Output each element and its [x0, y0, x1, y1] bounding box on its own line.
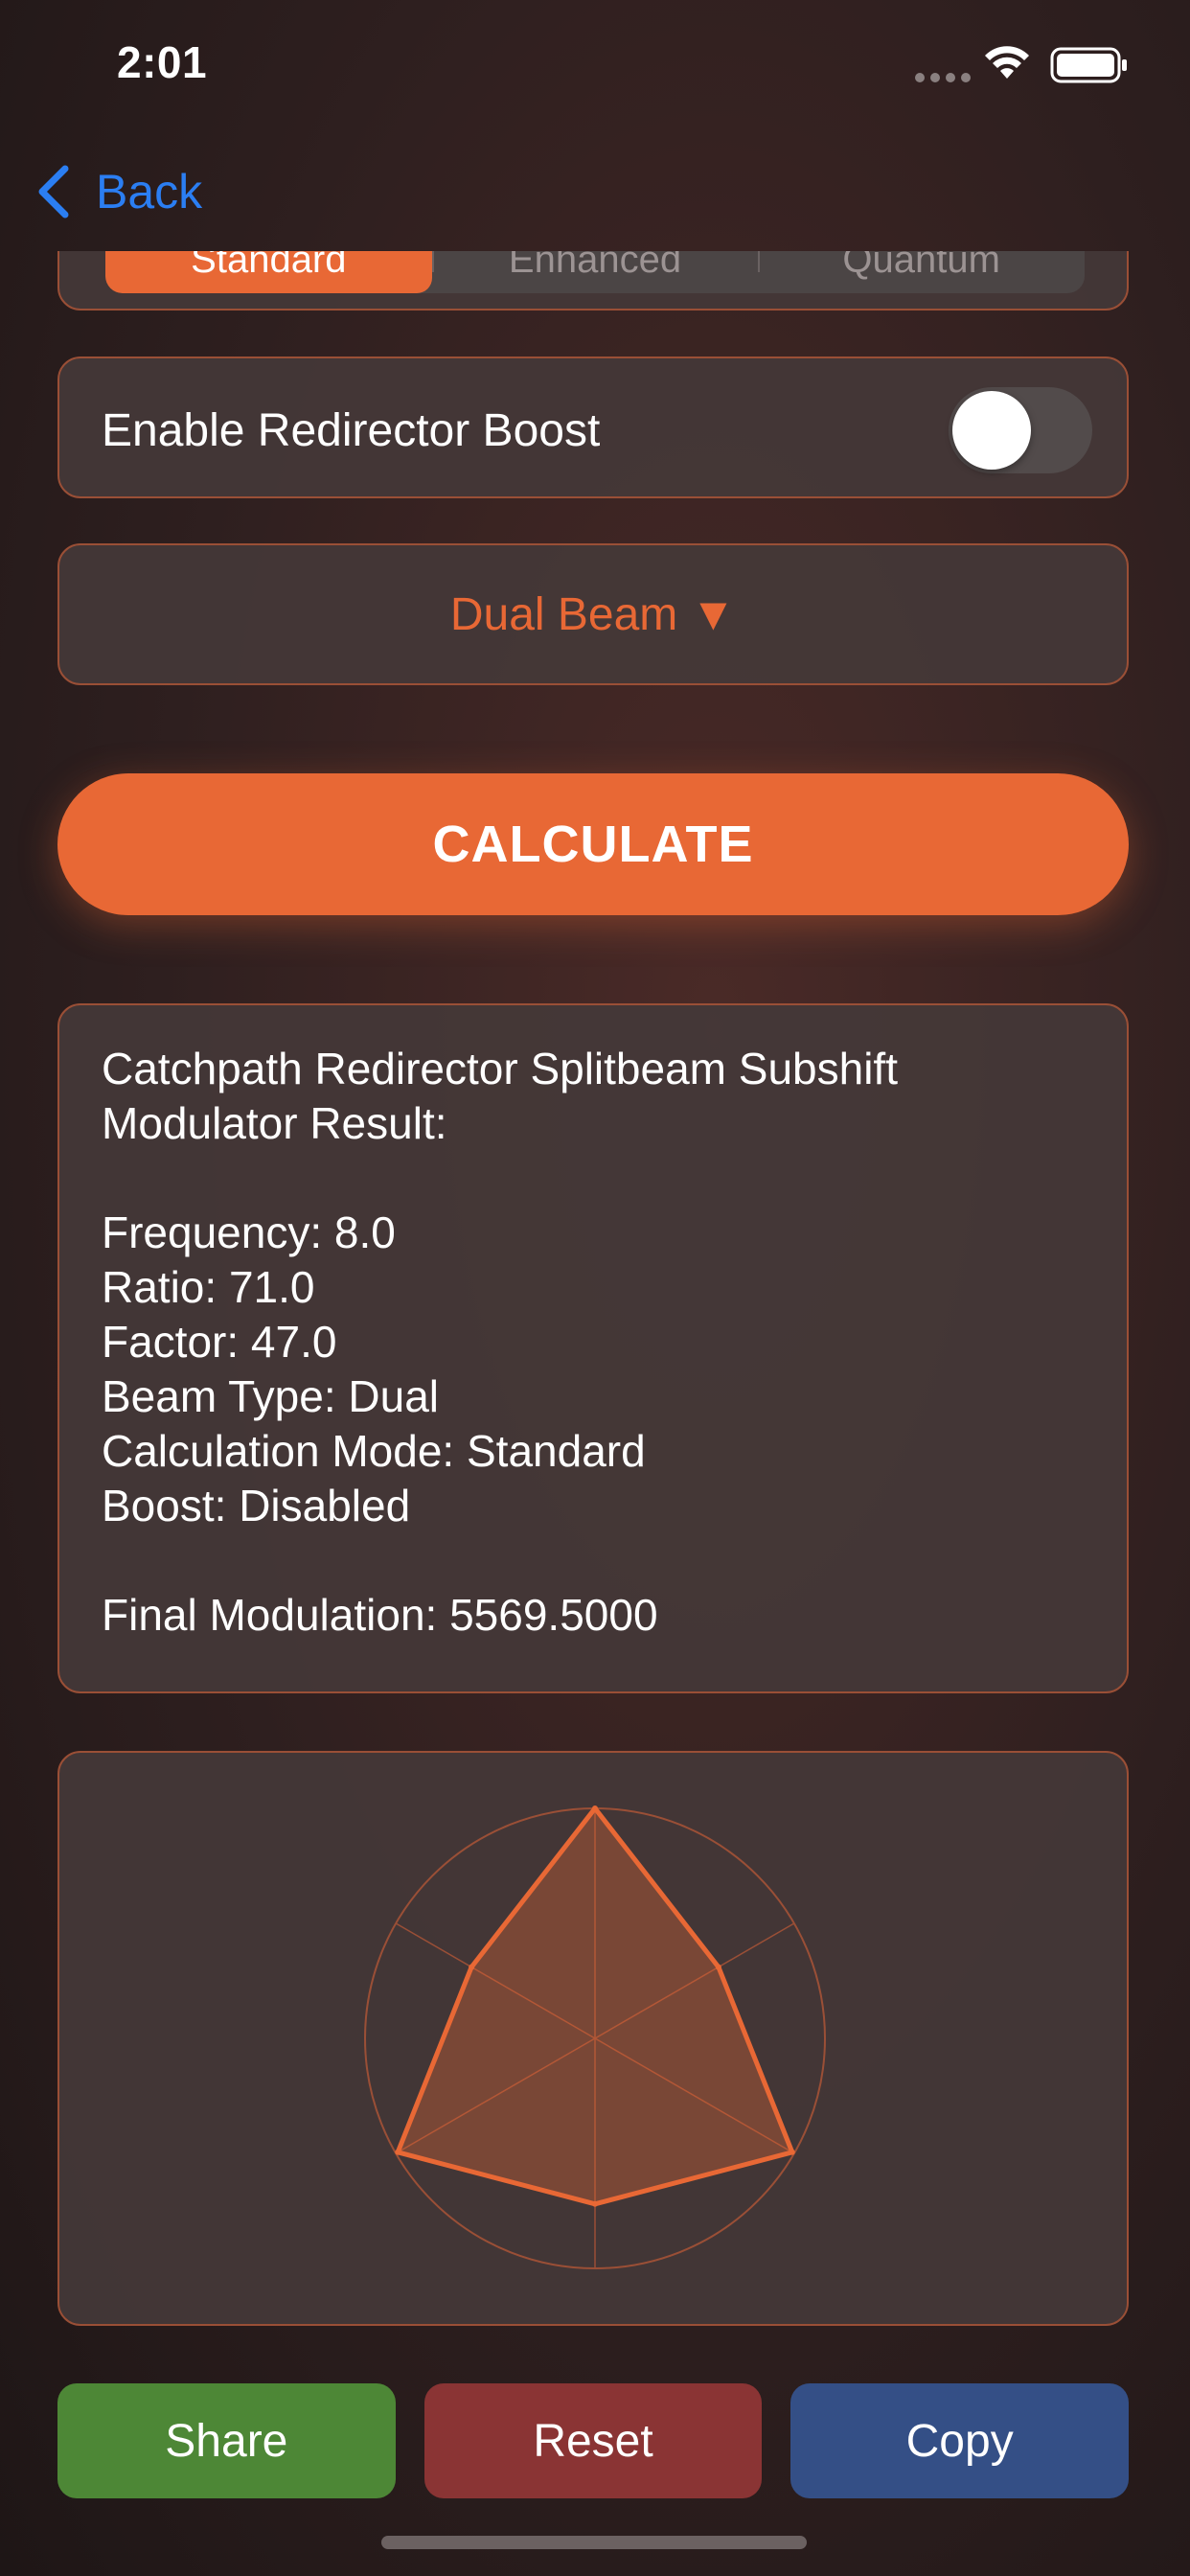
wifi-icon [985, 46, 1029, 79]
bottom-action-bar: Share Reset Copy [57, 2383, 1130, 2498]
radar-chart [364, 1806, 826, 2269]
result-calculation-mode: Calculation Mode: Standard [102, 1426, 646, 1476]
result-title-line1: Catchpath Redirector Splitbeam Subshift [102, 1044, 898, 1093]
radar-point-3 [592, 2200, 598, 2207]
status-time: 2:01 [117, 37, 208, 87]
navigation-bar: Back [0, 153, 1190, 230]
status-bar: 2:01 [0, 0, 1190, 134]
chevron-left-icon [38, 165, 69, 218]
mode-segment-card: Standard Enhanced Quantum [57, 251, 1129, 310]
toggle-knob [952, 391, 1031, 470]
result-factor: Factor: 47.0 [102, 1317, 337, 1367]
segment-standard[interactable]: Standard [105, 251, 432, 293]
radar-point-0 [592, 1806, 598, 1811]
result-beam-type: Beam Type: Dual [102, 1371, 440, 1421]
result-title-line2: Modulator Result: [102, 1098, 447, 1148]
calculate-button[interactable]: CALCULATE [57, 773, 1129, 915]
result-final-modulation: Final Modulation: 5569.5000 [102, 1590, 658, 1640]
boost-toggle-label: Enable Redirector Boost [102, 405, 601, 456]
back-button[interactable]: Back [34, 153, 202, 230]
scroll-content[interactable]: Standard Enhanced Quantum Enable Redirec… [0, 251, 1190, 2576]
radar-point-4 [395, 2149, 401, 2155]
copy-button[interactable]: Copy [790, 2383, 1130, 2498]
radar-data-polygon [395, 1806, 795, 2207]
cellular-signal-icon [915, 73, 971, 82]
result-text: Catchpath Redirector Splitbeam Subshift … [102, 1042, 1088, 1643]
segment-quantum[interactable]: Quantum [758, 251, 1085, 293]
boost-toggle-switch[interactable] [949, 387, 1092, 473]
radar-point-2 [789, 2149, 795, 2155]
back-label: Back [96, 165, 203, 218]
battery-icon [1050, 47, 1127, 83]
reset-button[interactable]: Reset [423, 2383, 763, 2498]
result-ratio: Ratio: 71.0 [102, 1262, 315, 1312]
result-card: Catchpath Redirector Splitbeam Subshift … [57, 1003, 1129, 1693]
share-button[interactable]: Share [57, 2383, 396, 2498]
result-frequency: Frequency: 8.0 [102, 1208, 396, 1257]
segment-enhanced[interactable]: Enhanced [431, 251, 759, 293]
radar-point-1 [715, 1964, 721, 1970]
radar-chart-card [57, 1751, 1129, 2326]
beam-type-label: Dual Beam ▼ [449, 588, 737, 640]
home-indicator [381, 2536, 807, 2549]
calculation-mode-segmented-control: Standard Enhanced Quantum [105, 251, 1085, 293]
radar-point-5 [469, 1964, 475, 1970]
result-boost: Boost: Disabled [102, 1481, 411, 1530]
beam-type-picker[interactable]: Dual Beam ▼ [57, 543, 1129, 685]
boost-toggle-card: Enable Redirector Boost [57, 356, 1129, 498]
